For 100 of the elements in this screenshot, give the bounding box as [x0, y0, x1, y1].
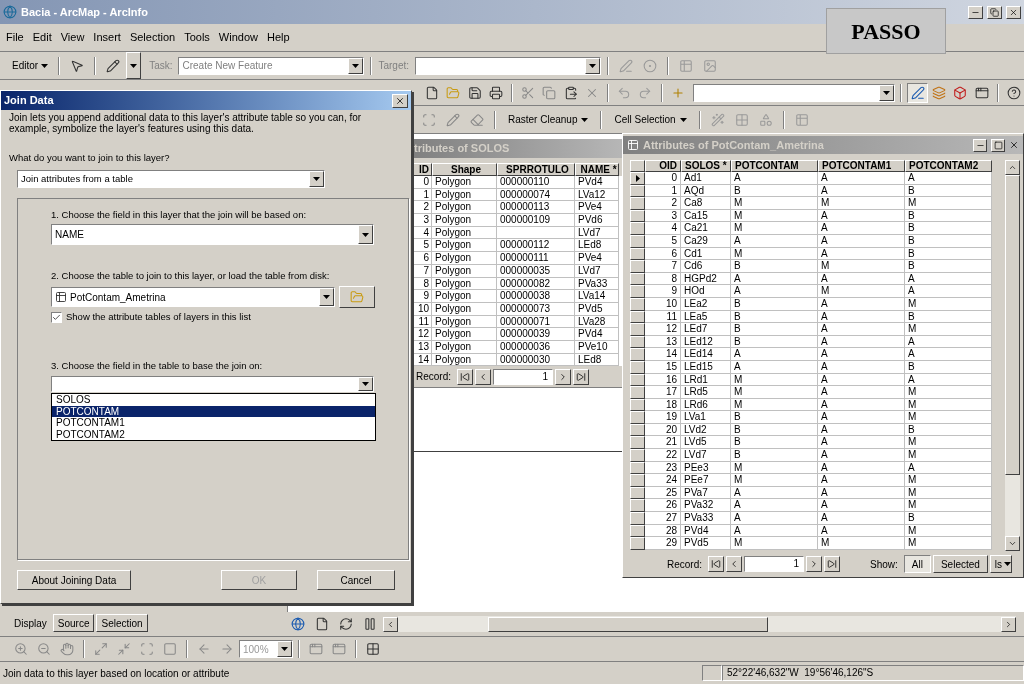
zoom-out-icon — [37, 642, 51, 656]
close-button[interactable] — [392, 93, 408, 108]
data-view-icon — [291, 617, 305, 631]
row-selector[interactable] — [630, 348, 645, 361]
row-selector[interactable] — [630, 512, 645, 525]
dialog-button[interactable]: Cancel — [317, 570, 395, 590]
dropdown-arrow-button[interactable] — [277, 641, 292, 657]
record-nav-button[interactable] — [475, 368, 491, 385]
horizontal-scrollbar[interactable] — [398, 616, 1016, 632]
field-option[interactable]: SOLOS — [52, 394, 375, 406]
dropdown-arrow-button[interactable] — [319, 288, 334, 306]
close-icon — [395, 95, 405, 106]
dropdown-arrow-button[interactable] — [358, 225, 373, 244]
record-nav-button[interactable] — [457, 368, 473, 385]
menu-item[interactable]: Edit — [32, 29, 52, 46]
checkbox[interactable] — [51, 311, 62, 323]
show-filter-button[interactable]: Selected — [932, 555, 988, 573]
close-button[interactable] — [1006, 5, 1021, 19]
task-dropdown[interactable]: Create New Feature — [178, 56, 365, 75]
dropdown-arrow-button[interactable] — [126, 52, 142, 79]
folder-icon — [446, 85, 461, 100]
toolbar-button[interactable] — [907, 82, 928, 103]
show-attribute-tables-checkbox[interactable]: Show the attribute tables of layers in this list — [51, 310, 408, 325]
minimize-button[interactable] — [973, 138, 987, 152]
close-icon[interactable] — [1009, 140, 1019, 150]
row-selector[interactable] — [630, 411, 645, 424]
table-icon — [627, 139, 639, 151]
column-header[interactable]: POTCONTAM — [731, 160, 818, 172]
table-cell: PVd5 — [575, 302, 619, 316]
row-selector[interactable] — [630, 172, 645, 185]
dropdown-arrow-button[interactable] — [585, 57, 601, 74]
toolbar-menu-button[interactable]: Raster Cleanup — [502, 112, 595, 127]
field-option[interactable]: POTCONTAM1 — [52, 417, 375, 429]
editor-menu-button[interactable]: Editor — [8, 58, 53, 73]
field-option[interactable]: POTCONTAM2 — [52, 428, 375, 441]
menu-item[interactable]: Selection — [129, 29, 176, 46]
row-selector[interactable] — [630, 499, 645, 513]
panel-tab[interactable]: Selection — [96, 614, 148, 632]
menu-item[interactable]: File — [6, 29, 24, 46]
row-selector[interactable] — [630, 537, 645, 550]
column-header[interactable]: POTCONTAM2 — [905, 160, 992, 172]
help-icon — [1006, 85, 1021, 100]
map-scale-dropdown[interactable] — [692, 83, 896, 102]
menu-item[interactable]: View — [60, 29, 85, 46]
caret-icon — [581, 117, 589, 122]
record-nav-button[interactable] — [573, 368, 589, 385]
dropdown-arrow-button[interactable] — [358, 377, 373, 392]
column-header[interactable]: SOLOS * — [681, 160, 731, 172]
row-selector[interactable] — [630, 474, 645, 487]
column-header[interactable]: NAME * — [575, 163, 619, 176]
row-selector[interactable] — [630, 323, 645, 336]
column-header[interactable]: SPRROTULO — [497, 163, 575, 176]
join-table-dropdown[interactable]: PotContam_Ametrina — [51, 287, 335, 307]
row-selector[interactable] — [630, 386, 645, 399]
scroll-left-icon[interactable] — [386, 619, 395, 629]
field-option[interactable]: POTCONTAM — [52, 405, 375, 418]
dropdown-arrow-button[interactable] — [879, 84, 895, 101]
toolbar-menu-button[interactable]: Cell Selection — [608, 112, 693, 127]
table-cell: 21 — [645, 436, 681, 450]
row-selector[interactable] — [630, 260, 645, 273]
row-selector[interactable] — [630, 436, 645, 450]
target-dropdown[interactable] — [415, 56, 602, 75]
record-number-field[interactable]: 1 — [493, 368, 553, 385]
menu-item[interactable]: Help — [266, 29, 290, 46]
menu-item[interactable]: Insert — [93, 29, 121, 46]
table-cell: 4 — [645, 222, 681, 235]
record-nav-button[interactable] — [708, 556, 724, 572]
options-button[interactable]: ls — [989, 555, 1013, 573]
column-header[interactable]: POTCONTAM1 — [818, 160, 905, 172]
show-filter-button[interactable]: All — [903, 555, 931, 573]
row-selector[interactable] — [630, 222, 645, 235]
dropdown-arrow-button[interactable] — [348, 57, 364, 74]
record-nav-button[interactable] — [555, 368, 571, 385]
menu-item[interactable]: Tools — [184, 29, 210, 46]
record-nav-button[interactable] — [806, 556, 822, 572]
row-selector[interactable] — [630, 285, 645, 298]
open-folder-button[interactable] — [339, 286, 375, 308]
record-nav-button[interactable] — [726, 556, 742, 572]
dialog-button[interactable]: About Joining Data — [17, 570, 131, 590]
restore-button[interactable] — [987, 5, 1002, 19]
vertical-scrollbar[interactable] — [1005, 160, 1020, 551]
join-type-dropdown[interactable]: Join attributes from a table — [17, 170, 325, 188]
panel-tab[interactable]: Source — [52, 614, 95, 632]
dropdown-arrow-button[interactable] — [309, 171, 324, 187]
layer-field-dropdown[interactable]: NAME — [51, 224, 374, 245]
column-header[interactable]: OID — [645, 160, 681, 172]
shapes-icon — [758, 112, 773, 127]
row-selector[interactable] — [630, 197, 645, 210]
record-nav-button[interactable] — [824, 556, 840, 572]
editor-toolbar-icon — [910, 85, 925, 100]
minimize-button[interactable] — [968, 5, 983, 19]
row-selector[interactable] — [630, 449, 645, 462]
maximize-button[interactable] — [991, 138, 1005, 152]
table-cell: 17 — [645, 386, 681, 399]
table-cell: Ad1 — [681, 172, 731, 185]
record-number-field[interactable]: 1 — [744, 556, 804, 572]
table-cell: A — [818, 386, 905, 399]
column-header[interactable]: Shape — [432, 163, 497, 176]
menu-item[interactable]: Window — [218, 29, 258, 46]
join-field-dropdown[interactable] — [51, 376, 374, 393]
